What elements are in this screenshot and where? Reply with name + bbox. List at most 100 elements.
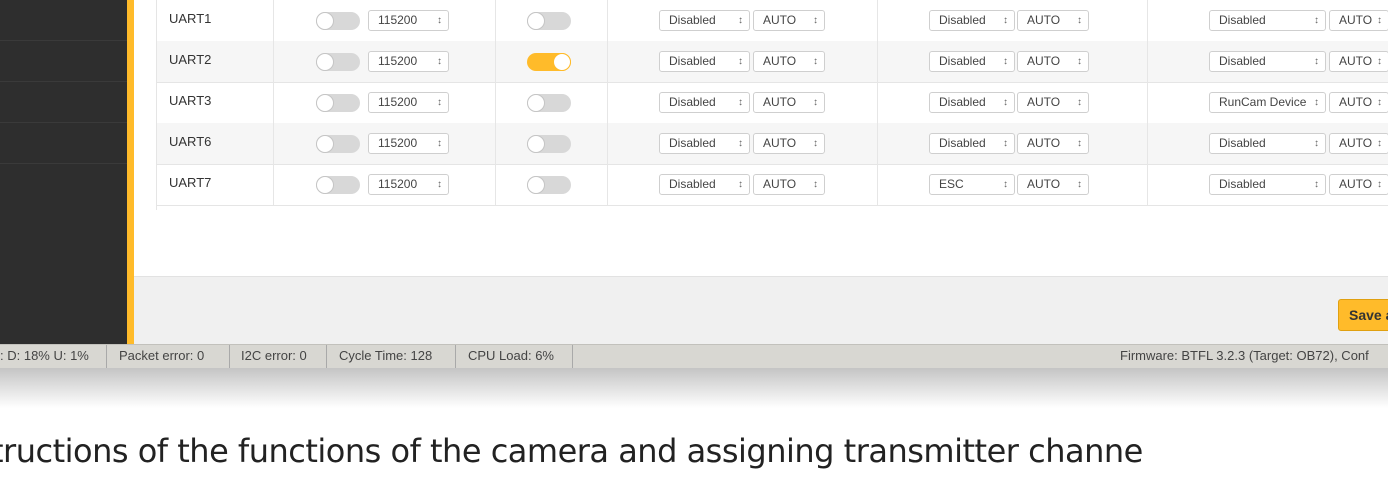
toggle-knob bbox=[316, 12, 334, 30]
sensor-baud-select[interactable]: AUTO ↕ bbox=[1017, 174, 1089, 195]
select-arrow-icon: ↕ bbox=[437, 15, 442, 26]
telemetry-select-value: Disabled bbox=[669, 177, 716, 191]
telemetry-select[interactable]: Disabled ↕ bbox=[659, 10, 750, 31]
window-shadow bbox=[0, 368, 1388, 408]
sensor-baud-select-value: AUTO bbox=[1027, 13, 1061, 27]
peripherals-select[interactable]: RunCam Device ↕ bbox=[1209, 92, 1326, 113]
toggle-knob bbox=[527, 12, 545, 30]
telemetry-baud-select[interactable]: AUTO ↕ bbox=[753, 10, 825, 31]
peripherals-select[interactable]: Disabled ↕ bbox=[1209, 133, 1326, 154]
telemetry-baud-select[interactable]: AUTO ↕ bbox=[753, 174, 825, 195]
column-divider bbox=[495, 123, 496, 164]
serial-rx-toggle[interactable] bbox=[527, 53, 571, 71]
msp-toggle[interactable] bbox=[316, 53, 360, 71]
telemetry-select-value: Disabled bbox=[669, 95, 716, 109]
sensor-select[interactable]: Disabled ↕ bbox=[929, 51, 1015, 72]
table-row: UART2 115200 ↕ Disabled ↕ AUTO ↕ Disabled ↕ AUTO ↕… bbox=[157, 41, 1388, 83]
peripherals-baud-select[interactable]: AUTO ↕ bbox=[1329, 51, 1388, 72]
serial-rx-toggle[interactable] bbox=[527, 135, 571, 153]
telemetry-baud-select[interactable]: AUTO ↕ bbox=[753, 92, 825, 113]
column-divider bbox=[1147, 41, 1148, 82]
sensor-baud-select-value: AUTO bbox=[1027, 136, 1061, 150]
msp-baud-select[interactable]: 115200 ↕ bbox=[368, 10, 449, 31]
peripherals-baud-select-value: AUTO bbox=[1339, 136, 1373, 150]
select-arrow-icon: ↕ bbox=[1314, 97, 1319, 108]
select-arrow-icon: ↕ bbox=[1003, 179, 1008, 190]
select-arrow-icon: ↕ bbox=[437, 97, 442, 108]
toggle-knob bbox=[527, 135, 545, 153]
column-divider bbox=[273, 41, 274, 82]
peripherals-baud-select[interactable]: AUTO ↕ bbox=[1329, 10, 1388, 31]
telemetry-select[interactable]: Disabled ↕ bbox=[659, 174, 750, 195]
column-divider bbox=[877, 164, 878, 205]
msp-toggle[interactable] bbox=[316, 12, 360, 30]
sidebar-item[interactable] bbox=[0, 82, 127, 123]
table-row: UART6 115200 ↕ Disabled ↕ AUTO ↕ Disabled ↕ AUTO ↕… bbox=[157, 123, 1388, 165]
select-arrow-icon: ↕ bbox=[1003, 138, 1008, 149]
port-name: UART3 bbox=[169, 93, 212, 108]
peripherals-select[interactable]: Disabled ↕ bbox=[1209, 51, 1326, 72]
port-name: UART7 bbox=[169, 175, 212, 190]
status-firmware: Firmware: BTFL 3.2.3 (Target: OB72), Con… bbox=[1120, 348, 1369, 363]
telemetry-baud-select[interactable]: AUTO ↕ bbox=[753, 133, 825, 154]
select-arrow-icon: ↕ bbox=[1377, 97, 1382, 108]
sensor-baud-select[interactable]: AUTO ↕ bbox=[1017, 133, 1089, 154]
msp-baud-select[interactable]: 115200 ↕ bbox=[368, 51, 449, 72]
column-divider bbox=[877, 123, 878, 164]
sensor-baud-select[interactable]: AUTO ↕ bbox=[1017, 92, 1089, 113]
column-divider bbox=[495, 0, 496, 41]
status-cycle-time: Cycle Time: 128 bbox=[339, 348, 433, 363]
select-arrow-icon: ↕ bbox=[813, 97, 818, 108]
sidebar-item[interactable] bbox=[0, 41, 127, 82]
msp-baud-select[interactable]: 115200 ↕ bbox=[368, 174, 449, 195]
msp-baud-select-value: 115200 bbox=[378, 13, 418, 27]
column-divider bbox=[1147, 123, 1148, 164]
peripherals-baud-select[interactable]: AUTO ↕ bbox=[1329, 133, 1388, 154]
select-arrow-icon: ↕ bbox=[1077, 15, 1082, 26]
select-arrow-icon: ↕ bbox=[738, 56, 743, 67]
telemetry-select[interactable]: Disabled ↕ bbox=[659, 92, 750, 113]
serial-rx-toggle[interactable] bbox=[527, 176, 571, 194]
msp-toggle[interactable] bbox=[316, 176, 360, 194]
sensor-baud-select-value: AUTO bbox=[1027, 95, 1061, 109]
peripherals-baud-select-value: AUTO bbox=[1339, 54, 1373, 68]
serial-rx-toggle[interactable] bbox=[527, 94, 571, 112]
status-divider bbox=[326, 345, 327, 369]
column-divider bbox=[495, 41, 496, 82]
peripherals-select[interactable]: Disabled ↕ bbox=[1209, 10, 1326, 31]
column-divider bbox=[1147, 0, 1148, 41]
sensor-select[interactable]: ESC ↕ bbox=[929, 174, 1015, 195]
ports-table: UART1 115200 ↕ Disabled ↕ AUTO ↕ Disabled ↕ AUTO ↕… bbox=[156, 0, 1388, 210]
telemetry-select[interactable]: Disabled ↕ bbox=[659, 51, 750, 72]
select-arrow-icon: ↕ bbox=[1314, 56, 1319, 67]
msp-baud-select-value: 115200 bbox=[378, 177, 418, 191]
table-row: UART7 115200 ↕ Disabled ↕ AUTO ↕ ESC ↕ AUTO ↕ Disab… bbox=[157, 164, 1388, 206]
msp-baud-select[interactable]: 115200 ↕ bbox=[368, 92, 449, 113]
sensor-baud-select[interactable]: AUTO ↕ bbox=[1017, 10, 1089, 31]
sensor-select-value: ESC bbox=[939, 177, 964, 191]
telemetry-select[interactable]: Disabled ↕ bbox=[659, 133, 750, 154]
save-button[interactable]: Save a bbox=[1338, 299, 1388, 331]
sensor-select[interactable]: Disabled ↕ bbox=[929, 92, 1015, 113]
sidebar-item[interactable] bbox=[0, 0, 127, 41]
select-arrow-icon: ↕ bbox=[437, 138, 442, 149]
table-row: UART1 115200 ↕ Disabled ↕ AUTO ↕ Disabled ↕ AUTO ↕… bbox=[157, 0, 1388, 42]
peripherals-baud-select[interactable]: AUTO ↕ bbox=[1329, 174, 1388, 195]
port-name: UART6 bbox=[169, 134, 212, 149]
toggle-knob bbox=[316, 135, 334, 153]
msp-toggle[interactable] bbox=[316, 135, 360, 153]
port-name: UART1 bbox=[169, 11, 212, 26]
sensor-select[interactable]: Disabled ↕ bbox=[929, 10, 1015, 31]
sidebar-item[interactable] bbox=[0, 123, 127, 164]
status-i2c-error: I2C error: 0 bbox=[241, 348, 307, 363]
sensor-baud-select[interactable]: AUTO ↕ bbox=[1017, 51, 1089, 72]
telemetry-baud-select-value: AUTO bbox=[763, 54, 797, 68]
sensor-select[interactable]: Disabled ↕ bbox=[929, 133, 1015, 154]
column-divider bbox=[273, 164, 274, 205]
telemetry-baud-select[interactable]: AUTO ↕ bbox=[753, 51, 825, 72]
msp-toggle[interactable] bbox=[316, 94, 360, 112]
peripherals-select[interactable]: Disabled ↕ bbox=[1209, 174, 1326, 195]
msp-baud-select[interactable]: 115200 ↕ bbox=[368, 133, 449, 154]
serial-rx-toggle[interactable] bbox=[527, 12, 571, 30]
peripherals-baud-select[interactable]: AUTO ↕ bbox=[1329, 92, 1388, 113]
